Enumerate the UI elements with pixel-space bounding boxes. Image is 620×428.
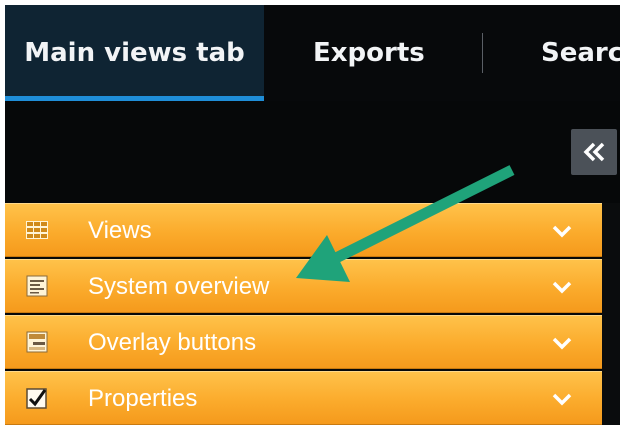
main-tab-bar: Main views tab Exports Searc xyxy=(5,5,620,101)
panel-properties[interactable]: Properties xyxy=(5,371,602,425)
collapse-panel-button[interactable] xyxy=(571,129,617,175)
panel-scroll-edge xyxy=(602,203,620,425)
double-chevron-left-icon xyxy=(583,142,605,162)
panel-overlay-buttons[interactable]: Overlay buttons xyxy=(5,315,602,369)
chevron-down-icon xyxy=(552,225,572,238)
overlay-icon xyxy=(26,331,48,353)
panel-system-overview[interactable]: System overview xyxy=(5,259,602,313)
panel-views-label: Views xyxy=(88,217,152,244)
chevron-down-icon xyxy=(552,337,572,350)
tab-search-label: Searc xyxy=(541,38,620,68)
panel-system-overview-label: System overview xyxy=(88,273,270,300)
panel-overlay-buttons-label: Overlay buttons xyxy=(88,329,257,356)
tab-main-views[interactable]: Main views tab xyxy=(5,5,264,101)
side-panel-list: Views System overview Overlay buttons Pr… xyxy=(5,203,602,425)
document-list-icon xyxy=(26,275,48,297)
app-window: Main views tab Exports Searc Views Syste… xyxy=(5,5,620,425)
tab-main-views-label: Main views tab xyxy=(24,38,245,68)
chevron-down-icon xyxy=(552,393,572,406)
tab-exports-label: Exports xyxy=(313,38,425,68)
chevron-down-icon xyxy=(552,281,572,294)
tab-separator xyxy=(482,33,483,73)
tab-search[interactable]: Searc xyxy=(541,5,620,101)
panel-views[interactable]: Views xyxy=(5,203,602,257)
panel-properties-label: Properties xyxy=(88,385,198,412)
grid-icon xyxy=(26,221,48,239)
checkbox-icon xyxy=(26,388,47,409)
tab-exports[interactable]: Exports xyxy=(313,5,425,101)
active-tab-underline xyxy=(5,96,264,101)
